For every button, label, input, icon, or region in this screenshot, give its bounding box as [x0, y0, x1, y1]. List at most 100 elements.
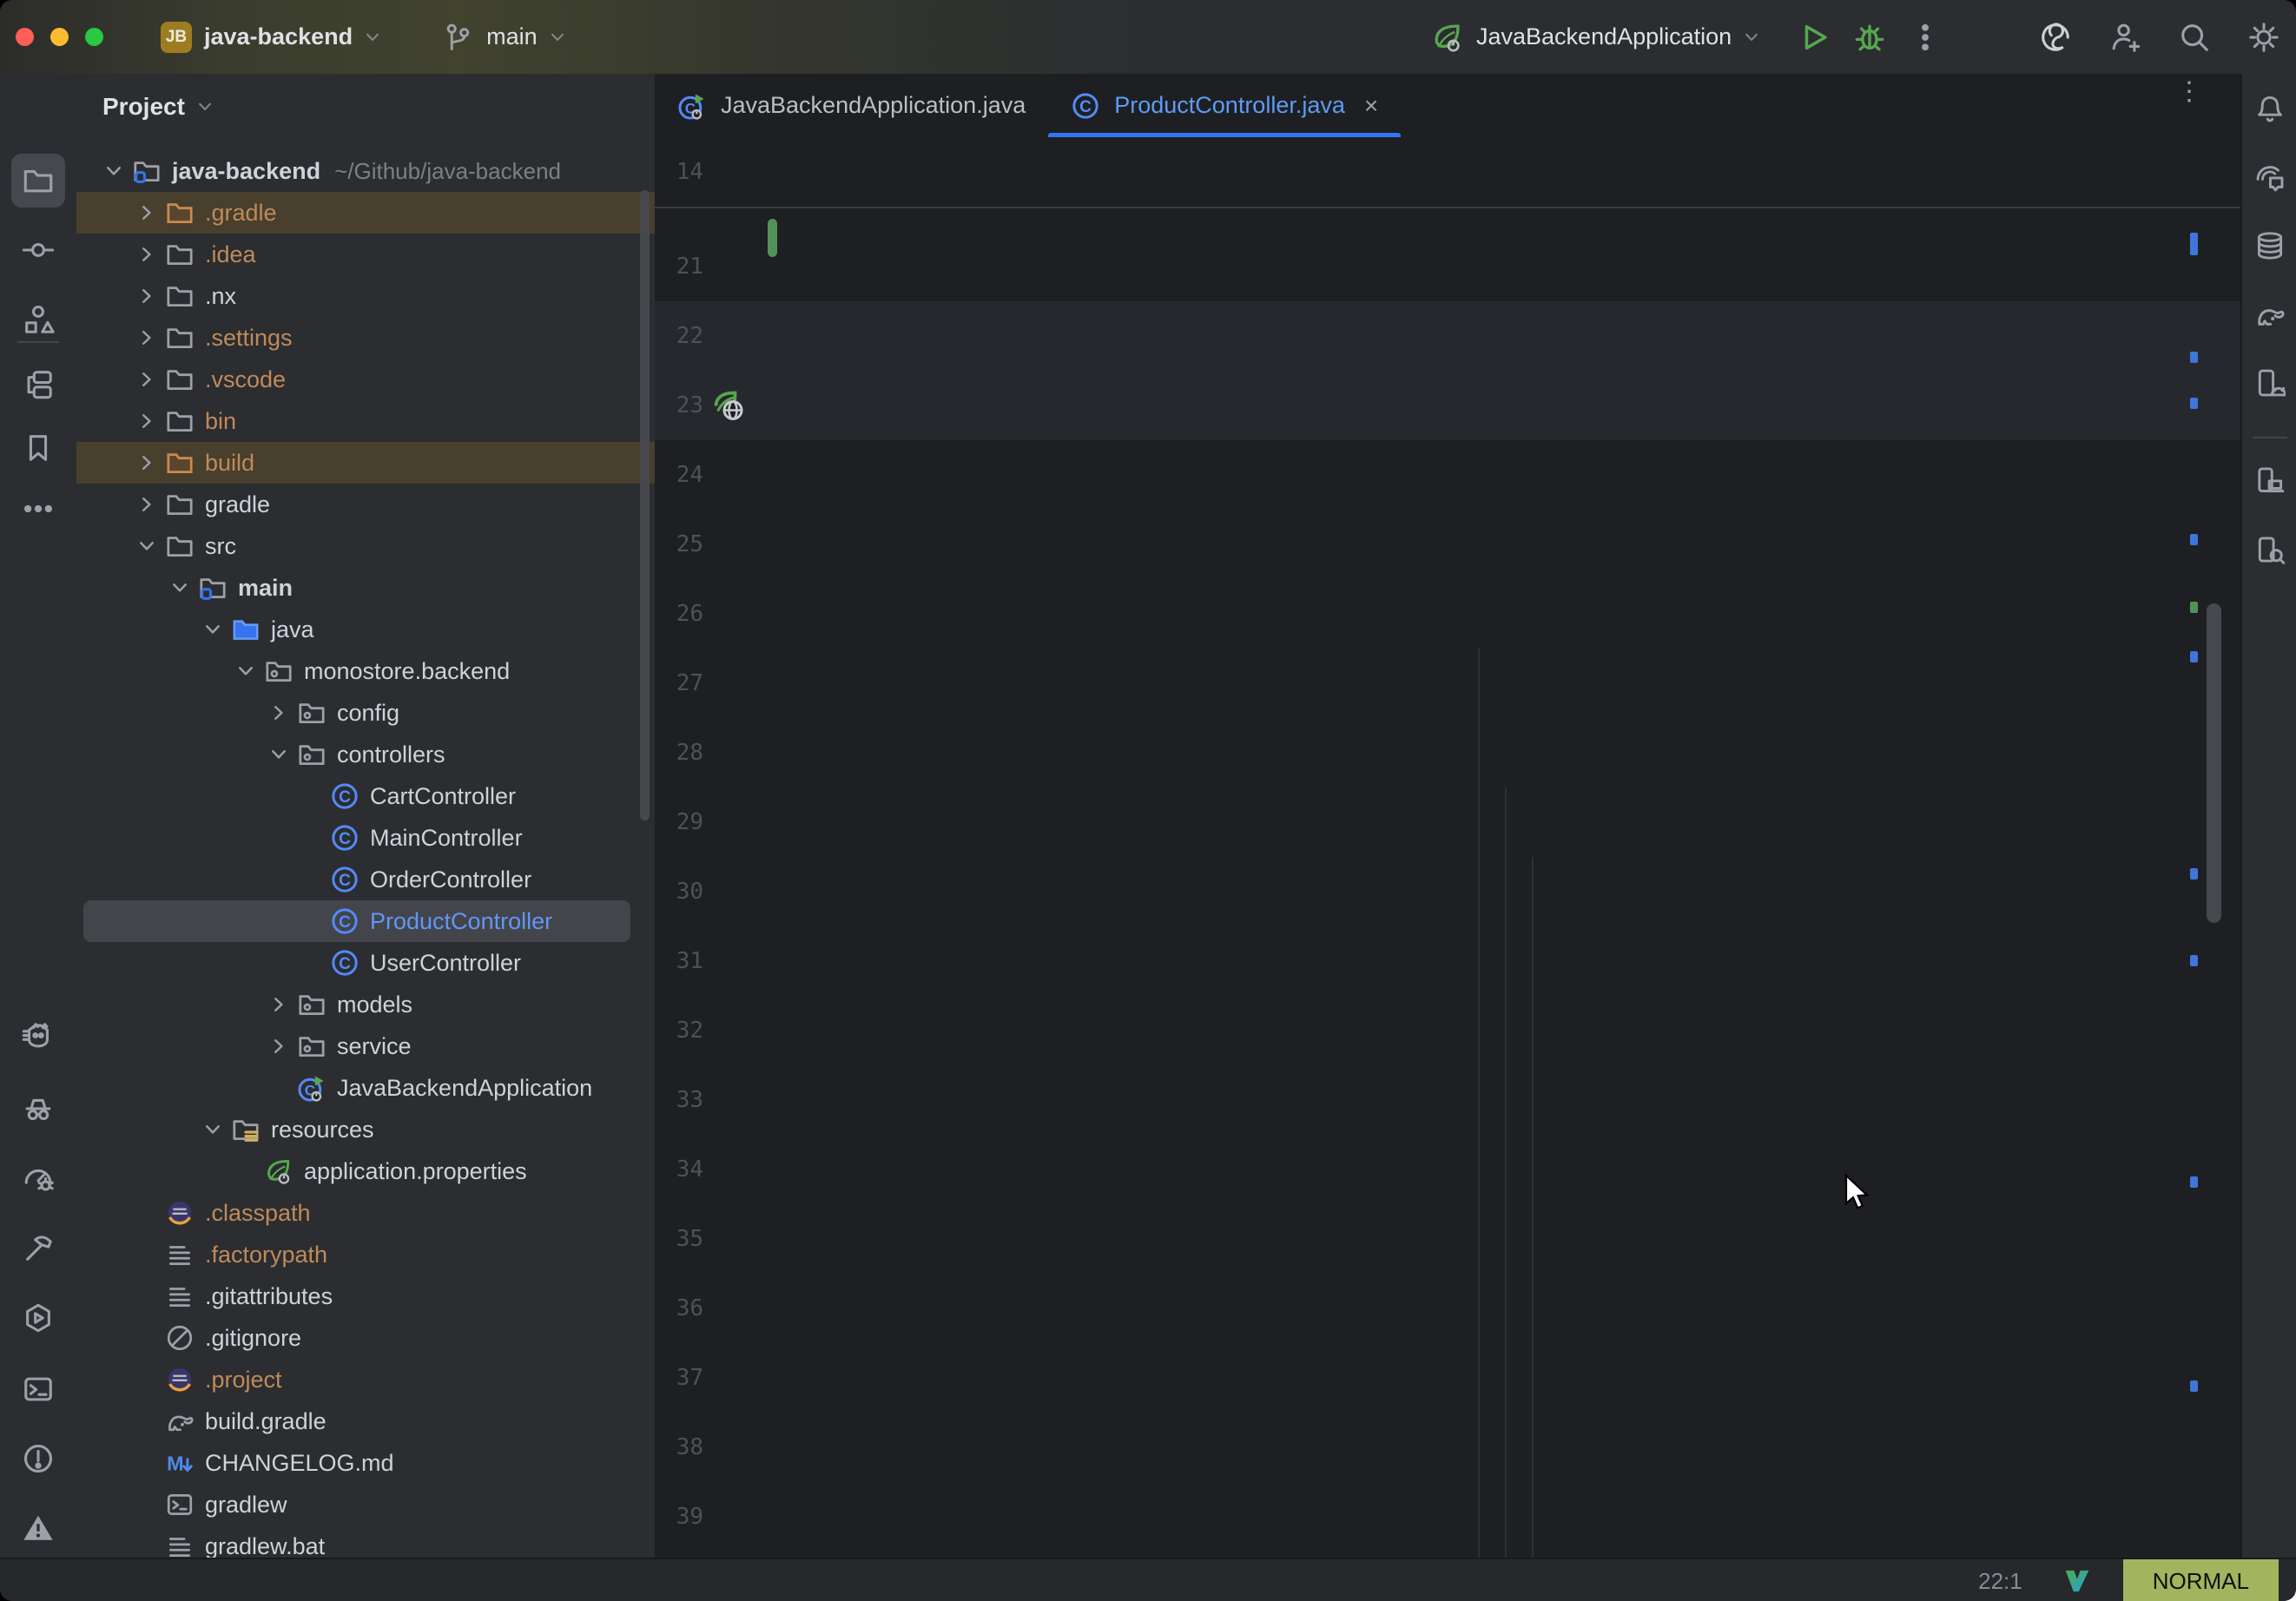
tree-row-resources[interactable]: resources [76, 1109, 655, 1150]
chevron-down-icon[interactable] [200, 1117, 226, 1143]
tree-row-application.properties[interactable]: application.properties [76, 1150, 655, 1192]
request-mapping-globe-icon[interactable] [712, 388, 747, 423]
tree-row-OrderController[interactable]: COrderController [76, 859, 655, 900]
tree-row-.gradle[interactable]: .gradle [76, 192, 655, 234]
tool-stripe-commit-icon[interactable] [11, 223, 65, 277]
tool-stripe-project-folder-icon[interactable] [11, 154, 65, 208]
close-window-button[interactable] [16, 28, 34, 46]
tree-row-main[interactable]: main [76, 567, 655, 609]
chevron-right-icon[interactable] [266, 1033, 292, 1059]
tool-stripe-database-icon[interactable] [2253, 228, 2287, 263]
chevron-down-icon[interactable] [233, 658, 259, 684]
tool-stripe-terminal-icon[interactable] [11, 1362, 65, 1416]
tool-stripe-device-explorer-icon[interactable] [2253, 532, 2287, 567]
code-line-35[interactable]: 35 [655, 1204, 2240, 1274]
change-stripe-mark[interactable] [2190, 1380, 2198, 1392]
code-line-23[interactable]: 23 [655, 371, 2240, 440]
tree-row-.gitattributes[interactable]: .gitattributes [76, 1275, 655, 1317]
chevron-right-icon[interactable] [134, 283, 160, 309]
tool-stripe-running-devices-icon[interactable] [2253, 463, 2287, 497]
code-line-39[interactable]: 39 [655, 1482, 2240, 1552]
ideavim-icon[interactable] [2062, 1566, 2092, 1596]
tool-stripe-device-android-icon[interactable] [2253, 366, 2287, 400]
code-line-21[interactable]: 21 [655, 232, 2240, 301]
tree-row-.classpath[interactable]: .classpath [76, 1192, 655, 1234]
project-switcher[interactable]: java-backend [192, 23, 384, 50]
chevron-down-icon[interactable] [101, 158, 127, 184]
run-play-icon[interactable] [1798, 21, 1831, 54]
chevron-right-icon[interactable] [266, 700, 292, 726]
tree-row-UserController[interactable]: CUserController [76, 942, 655, 984]
tab-options-kebab-icon[interactable]: ⋮ [2176, 86, 2202, 98]
add-user-icon[interactable] [2108, 21, 2141, 54]
change-stripe-mark[interactable] [2190, 602, 2198, 613]
tree-row-.project[interactable]: .project [76, 1359, 655, 1400]
tool-stripe-ai-chat-icon[interactable] [2253, 161, 2287, 195]
tree-row-gradlew.bat[interactable]: gradlew.bat [76, 1525, 655, 1558]
tree-row-gradlew[interactable]: gradlew [76, 1484, 655, 1525]
tree-row-controllers[interactable]: controllers [76, 734, 655, 775]
chevron-right-icon[interactable] [134, 491, 160, 517]
change-stripe-mark[interactable] [2190, 534, 2198, 545]
change-stripe-mark[interactable] [2190, 1176, 2198, 1188]
tool-stripe-incognito-icon[interactable] [11, 1081, 65, 1135]
tree-row-service[interactable]: service [76, 1025, 655, 1067]
tree-row-JavaBackendApplication[interactable]: CJavaBackendApplication [76, 1067, 655, 1109]
code-line-29[interactable]: 29 [655, 787, 2240, 857]
tree-row-bin[interactable]: bin [76, 400, 655, 442]
branch-switcher[interactable]: main [441, 21, 569, 54]
chevron-down-icon[interactable] [134, 533, 160, 559]
tool-stripe-gradle-icon[interactable] [2253, 298, 2287, 333]
tool-stripe-profiler-icon[interactable] [11, 1150, 65, 1204]
code-line-36[interactable]: 36 [655, 1274, 2240, 1343]
chevron-right-icon[interactable] [134, 200, 160, 226]
code-line-31[interactable]: 31 [655, 926, 2240, 996]
code-line-26[interactable]: 26 [655, 579, 2240, 649]
more-kebab-icon[interactable] [1909, 21, 1942, 54]
close-tab-icon[interactable]: × [1364, 92, 1378, 120]
tree-row-MainController[interactable]: CMainController [76, 817, 655, 859]
code-line-38[interactable]: 38 [655, 1413, 2240, 1482]
tree-row-build[interactable]: build [76, 442, 655, 484]
ai-assistant-icon[interactable] [2039, 21, 2072, 54]
tool-stripe-services-icon[interactable] [11, 1291, 65, 1345]
change-stripe-mark[interactable] [2190, 868, 2198, 880]
code-line-25[interactable]: 25 [655, 510, 2240, 579]
code-line-34[interactable]: 34 [655, 1135, 2240, 1204]
chevron-down-icon[interactable] [266, 741, 292, 768]
code-line-22[interactable]: 22 [655, 301, 2240, 371]
tree-row-build.gradle[interactable]: build.gradle [76, 1400, 655, 1442]
chevron-right-icon[interactable] [134, 408, 160, 434]
tool-stripe-notifications-bell-icon[interactable] [2253, 91, 2287, 126]
change-stripe-mark[interactable] [2190, 955, 2198, 966]
tree-row-src[interactable]: src [76, 525, 655, 567]
debug-bug-icon[interactable] [1853, 21, 1886, 54]
tool-stripe-build-hammer-icon[interactable] [11, 1222, 65, 1275]
change-stripe-mark[interactable] [2190, 398, 2198, 409]
tree-row-monostore.backend[interactable]: monostore.backend [76, 650, 655, 692]
tree-row-.vscode[interactable]: .vscode [76, 359, 655, 400]
tree-row-java[interactable]: java [76, 609, 655, 650]
change-stripe-mark[interactable] [2190, 651, 2198, 662]
tree-row-.factorypath[interactable]: .factorypath [76, 1234, 655, 1275]
tree-row-.gitignore[interactable]: .gitignore [76, 1317, 655, 1359]
run-configuration[interactable]: JavaBackendApplication [1476, 23, 1732, 50]
editor-scrollbar[interactable] [2207, 603, 2221, 923]
change-stripe-mark[interactable] [2190, 233, 2198, 255]
chevron-right-icon[interactable] [134, 366, 160, 392]
tool-stripe-more-icon[interactable] [11, 482, 65, 536]
zoom-window-button[interactable] [85, 28, 103, 46]
project-tree-scrollbar[interactable] [640, 190, 650, 820]
editor-tab-ProductController.java[interactable]: CProductController.java× [1048, 74, 1401, 137]
settings-gear-icon[interactable] [2247, 21, 2280, 54]
chevron-right-icon[interactable] [134, 450, 160, 476]
code-line-33[interactable]: 33 [655, 1065, 2240, 1135]
tree-row-.settings[interactable]: .settings [76, 317, 655, 359]
project-panel-header[interactable]: Project [76, 74, 655, 140]
tree-row-.nx[interactable]: .nx [76, 275, 655, 317]
tree-row-CHANGELOG.md[interactable]: MCHANGELOG.md [76, 1442, 655, 1484]
code-line-27[interactable]: 27 [655, 649, 2240, 718]
code-line-30[interactable]: 30 [655, 857, 2240, 926]
tool-stripe-bookmarks-icon[interactable] [11, 421, 65, 475]
tool-stripe-hierarchy-icon[interactable] [11, 357, 65, 411]
